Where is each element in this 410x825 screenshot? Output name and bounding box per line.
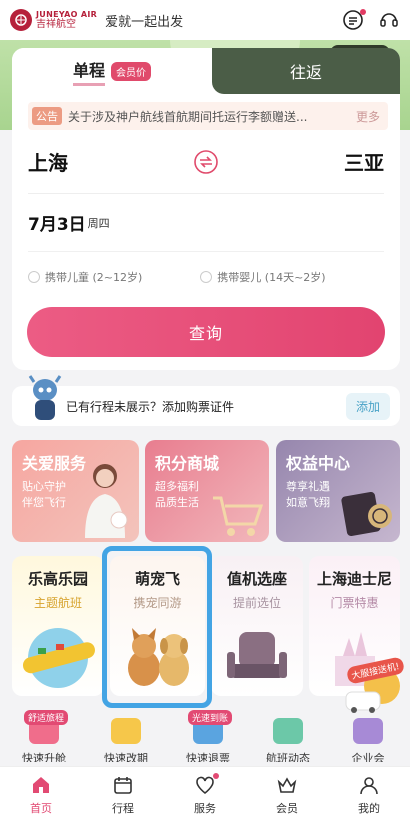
logo-english: JUNEYAO AIR	[36, 9, 98, 19]
nav-label: 我的	[358, 802, 380, 815]
services-notification-dot	[213, 773, 219, 779]
departure-weekday: 周四	[87, 216, 110, 230]
tab-round-trip-label: 往返	[289, 63, 322, 82]
nav-home[interactable]: 首页	[0, 767, 82, 825]
arrival-city[interactable]: 三亚	[344, 147, 384, 176]
feature-sub: 提前选位	[232, 596, 281, 610]
service-card-rights-center[interactable]: 权益中心 尊享礼遇 如意飞翔	[276, 440, 400, 542]
mascot-icon	[28, 375, 62, 420]
notice-tag: 公告	[32, 107, 62, 125]
quick-tag: 光速到账	[188, 710, 233, 725]
profile-icon	[360, 777, 378, 795]
quick-label: 快速改期	[104, 752, 148, 762]
logo-chinese: 吉祥航空	[36, 18, 76, 30]
service-title: 关爱服务	[22, 454, 87, 473]
swap-cities-icon[interactable]	[193, 149, 219, 175]
nav-label: 服务	[194, 802, 216, 815]
tab-one-way[interactable]: 单程 会员价	[12, 48, 212, 94]
date-selector[interactable]: 7月3日 周四	[28, 194, 384, 252]
quick-label: 快速升舱	[22, 752, 66, 762]
nav-label: 会员	[276, 802, 298, 815]
quick-label: 快速退票	[186, 752, 230, 762]
infant-radio[interactable]	[200, 271, 213, 283]
unread-dot	[360, 9, 366, 15]
enterprise-icon	[353, 718, 383, 744]
app-header: JUNEYAO AIR 吉祥航空 爱就一起出发	[0, 0, 410, 40]
service-sub: 超多福利	[155, 480, 199, 493]
passenger-options: 携带儿童 (2~12岁) 携带婴儿 (14天~2岁)	[28, 252, 384, 302]
message-icon[interactable]	[342, 9, 366, 31]
feature-card-checkin-seat[interactable]: 值机选座 提前选位	[211, 556, 303, 696]
service-sub: 尊享礼遇	[286, 480, 330, 493]
quick-label: 企业会	[351, 752, 385, 762]
reschedule-icon	[111, 718, 141, 744]
quick-enterprise[interactable]: 企业会	[328, 708, 408, 768]
notice-more-link[interactable]: 更多	[356, 108, 380, 125]
service-card-care[interactable]: 关爱服务 贴心守护 伴您飞行	[12, 440, 139, 542]
quick-refund[interactable]: 光速到账 快速退票	[168, 708, 248, 768]
airplane-seat-image	[227, 632, 287, 678]
service-sub: 伴您飞行	[22, 495, 66, 509]
feature-sub: 主题航班	[33, 596, 82, 610]
pet-dogs-image	[127, 628, 189, 686]
feature-card-pet-flight[interactable]: 萌宠飞 携宠同游	[110, 556, 205, 696]
service-sub: 品质生活	[155, 495, 199, 509]
quick-flight-status[interactable]: 航班动态	[248, 708, 328, 768]
quick-upgrade[interactable]: 舒适旅程 快速升舱	[4, 708, 84, 768]
child-option-label: 携带儿童 (2~12岁)	[45, 271, 143, 284]
service-sub: 贴心守护	[22, 480, 66, 493]
departure-city[interactable]: 上海	[28, 147, 68, 176]
child-option[interactable]: 携带儿童 (2~12岁)	[28, 269, 142, 285]
quick-label: 航班动态	[266, 752, 310, 762]
trip-type-tabs: 单程 会员价 往返	[12, 48, 400, 94]
feature-title: 上海迪士尼	[316, 570, 392, 588]
service-sub: 如意飞翔	[286, 495, 330, 509]
calendar-icon	[114, 777, 132, 794]
add-trip-bar[interactable]: 已有行程未展示？添加购票证件 添加	[12, 375, 400, 426]
bottom-nav: 首页 行程 服务 会员 我的	[0, 766, 410, 825]
route-selector: 上海 三亚	[28, 130, 384, 194]
service-title: 积分商城	[155, 454, 220, 473]
tab-one-way-label: 单程	[72, 57, 105, 86]
feature-card-legoland[interactable]: 乐高乐园 主题航班	[12, 556, 104, 696]
notice-bar[interactable]: 公告 关于涉及神户航线首航期间托运行李额赠送... 更多	[28, 102, 388, 130]
customer-service-icon[interactable]	[378, 9, 400, 31]
search-button[interactable]: 查询	[27, 307, 385, 357]
departure-date: 7月3日	[28, 215, 86, 235]
nav-trips[interactable]: 行程	[82, 767, 164, 825]
feature-sub: 门票特惠	[330, 596, 379, 610]
home-icon	[33, 777, 49, 793]
feature-title: 萌宠飞	[134, 570, 180, 588]
notice-text: 关于涉及神户航线首航期间托运行李额赠送...	[68, 109, 308, 124]
nav-member[interactable]: 会员	[246, 767, 328, 825]
nav-label: 首页	[30, 802, 52, 815]
add-document-button[interactable]: 添加	[345, 392, 390, 420]
feature-sub: 携宠同游	[133, 596, 182, 610]
flight-search-card: 单程 会员价 往返 公告 关于涉及神户航线首航期间托运行李额赠送... 更多 上…	[12, 48, 400, 370]
service-title: 权益中心	[286, 454, 351, 473]
header-slogan: 爱就一起出发	[105, 14, 184, 30]
quick-reschedule[interactable]: 快速改期	[86, 708, 166, 768]
add-trip-text: 已有行程未展示？添加购票证件	[66, 399, 235, 414]
lego-plane-image	[22, 628, 95, 688]
brand-logo: JUNEYAO AIR 吉祥航空	[10, 9, 97, 31]
tab-round-trip[interactable]: 往返	[212, 48, 400, 94]
flight-status-icon	[273, 718, 303, 744]
crown-icon	[277, 777, 297, 793]
nav-profile[interactable]: 我的	[328, 767, 410, 825]
quick-tag: 舒适旅程	[24, 710, 69, 725]
service-card-points-mall[interactable]: 积分商城 超多福利 品质生活	[145, 440, 269, 542]
infant-option[interactable]: 携带婴儿 (14天~2岁)	[200, 269, 326, 285]
feature-title: 值机选座	[226, 570, 287, 588]
member-price-badge: 会员价	[111, 61, 151, 81]
logo-emblem-icon	[10, 9, 32, 31]
child-radio[interactable]	[28, 271, 40, 283]
nav-label: 行程	[112, 802, 134, 815]
feature-title: 乐高乐园	[27, 570, 88, 588]
infant-option-label: 携带婴儿 (14天~2岁)	[217, 271, 326, 284]
nav-services[interactable]: 服务	[164, 767, 246, 825]
